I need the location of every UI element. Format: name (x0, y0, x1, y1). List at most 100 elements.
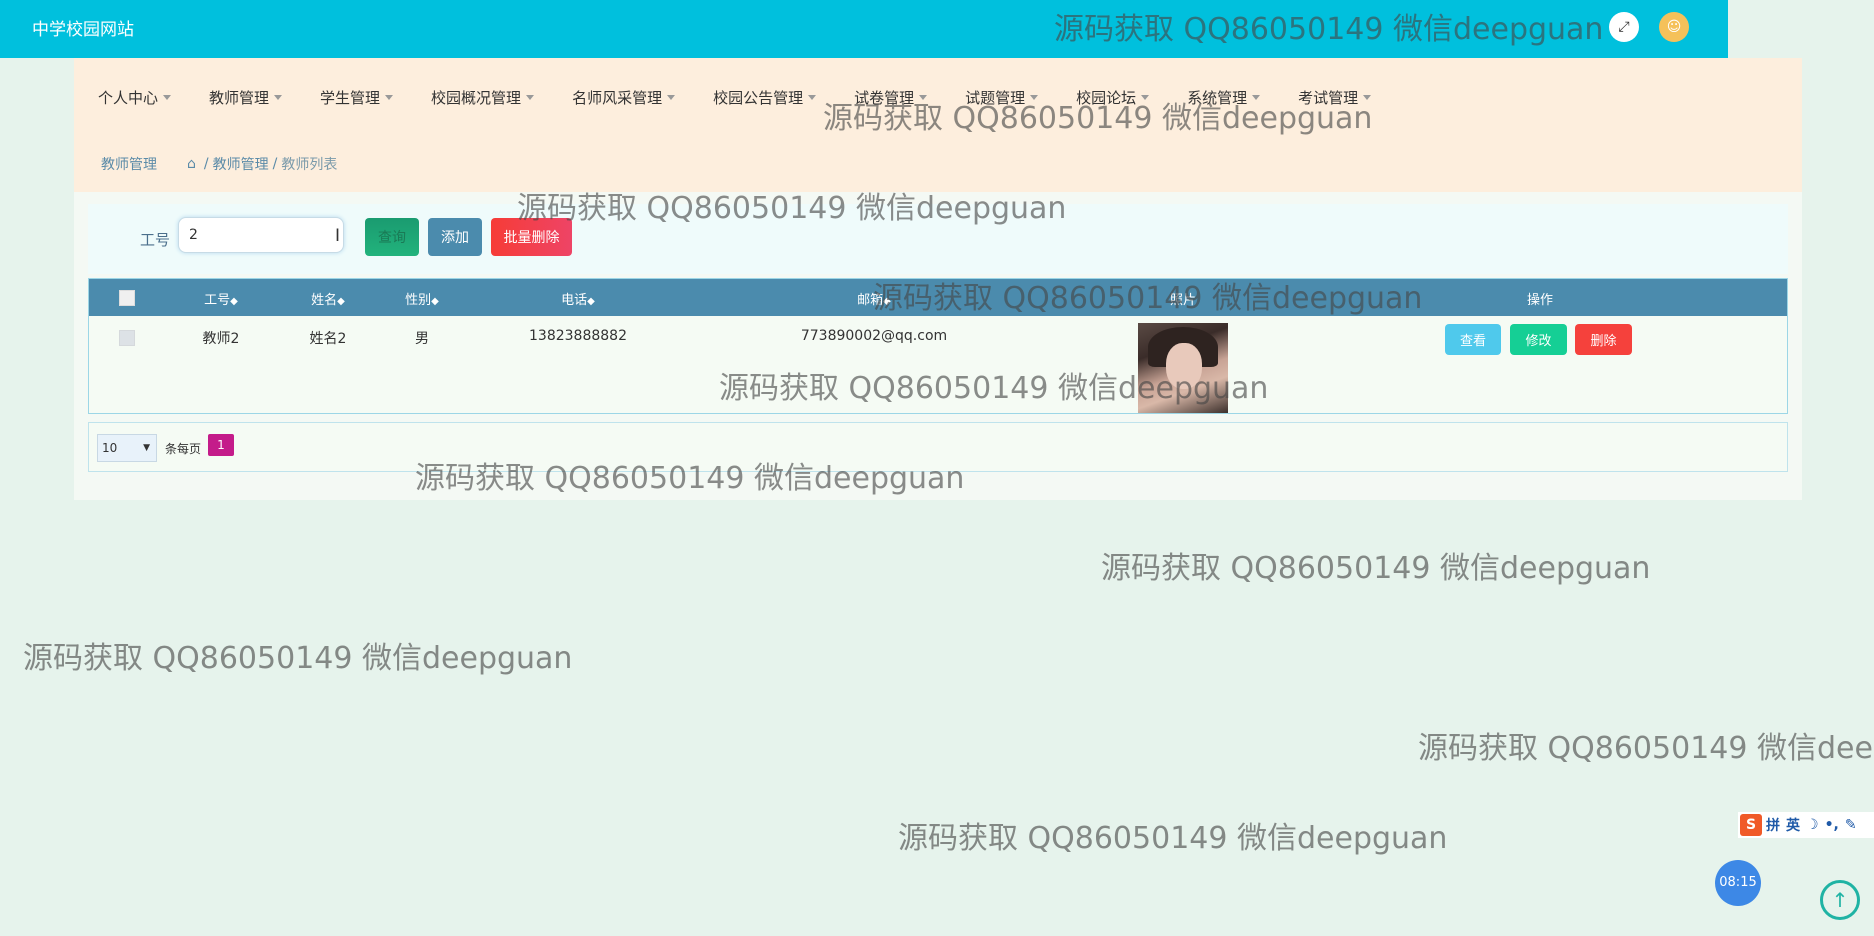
nav-item-famous-teachers[interactable]: 名师风采管理 (572, 87, 676, 108)
caret-down-icon (919, 94, 928, 100)
sogou-ime-icon[interactable]: S (1740, 814, 1762, 836)
per-page-label: 条每页 (165, 442, 202, 456)
nav-item-label: 试题管理 (965, 88, 1026, 107)
nav-item-label: 个人中心 (98, 88, 159, 107)
nav-item-label: 校园论坛 (1076, 88, 1137, 107)
cell-gender: 男 (415, 331, 429, 347)
watermark: 源码获取 QQ86050149 微信deepguan (1101, 551, 1651, 586)
column-header-label: 电话 (561, 293, 588, 308)
main-container: 个人中心 教师管理 学生管理 校园概况管理 名师风采管理 校园公告管理 试卷管理… (74, 58, 1802, 500)
nav-item-exam-management[interactable]: 考试管理 (1298, 87, 1372, 108)
page-size-select[interactable]: 10 ▼ (97, 434, 157, 462)
select-all-checkbox[interactable] (119, 290, 135, 306)
nav-item-campus-forum[interactable]: 校园论坛 (1076, 87, 1150, 108)
nav-item-label: 系统管理 (1187, 88, 1248, 107)
breadcrumb-link-teacher-management[interactable]: 教师管理 (213, 154, 269, 174)
column-header-photo: 照片 (1169, 293, 1197, 308)
caret-down-icon (385, 94, 394, 100)
top-header: 中学校园网站 ⤢ ☺ (0, 0, 1728, 58)
nav-item-label: 教师管理 (209, 88, 270, 107)
nav-item-question-management[interactable]: 试题管理 (965, 87, 1039, 108)
column-header-id[interactable]: 工号◆ (204, 289, 238, 308)
nav-item-label: 校园概况管理 (431, 88, 522, 107)
nav-item-teacher-management[interactable]: 教师管理 (209, 87, 283, 108)
column-header-phone[interactable]: 电话◆ (561, 289, 595, 308)
expand-icon[interactable]: ⤢ (1609, 12, 1639, 42)
column-header-label: 邮箱 (857, 293, 884, 308)
user-avatar-icon[interactable]: ☺ (1659, 12, 1689, 42)
nav-item-label: 试卷管理 (854, 88, 915, 107)
teacher-table: 工号◆ 姓名◆ 性别◆ 电话◆ 邮箱◆ 照片 操作 教师2 姓名2 男 1382… (88, 278, 1788, 414)
chevron-down-icon: ▼ (143, 443, 150, 453)
sort-icon: ◆ (337, 296, 345, 307)
breadcrumb-separator: / (203, 156, 209, 172)
caret-down-icon (1030, 94, 1039, 100)
clock-badge: 08:15 (1715, 860, 1761, 906)
breadcrumb: 教师管理 ⌂ / 教师管理 / 教师列表 (74, 136, 1802, 192)
page-button-1[interactable]: 1 (208, 434, 234, 456)
search-input[interactable] (178, 217, 344, 253)
caret-down-icon (1141, 94, 1150, 100)
breadcrumb-title: 教师管理 (101, 157, 157, 173)
home-icon[interactable]: ⌂ (187, 156, 196, 172)
teacher-photo (1138, 323, 1228, 413)
sort-icon: ◆ (431, 296, 439, 307)
nav-item-campus-notice[interactable]: 校园公告管理 (713, 87, 817, 108)
delete-button[interactable]: 删除 (1575, 324, 1632, 355)
cell-email: 773890002@qq.com (800, 328, 948, 344)
search-panel: 工号 I 查询 添加 批量删除 (88, 204, 1788, 274)
sort-icon: ◆ (230, 296, 238, 307)
table-header: 工号◆ 姓名◆ 性别◆ 电话◆ 邮箱◆ 照片 操作 (89, 279, 1787, 316)
page-size-value: 10 (102, 441, 118, 455)
column-header-name[interactable]: 姓名◆ (311, 289, 345, 308)
row-checkbox[interactable] (119, 330, 135, 346)
column-header-gender[interactable]: 性别◆ (405, 289, 439, 308)
column-header-label: 姓名 (311, 293, 338, 308)
batch-delete-button[interactable]: 批量删除 (491, 218, 572, 256)
view-button[interactable]: 查看 (1445, 324, 1501, 355)
punctuation-icon[interactable]: •, (1825, 817, 1839, 833)
caret-down-icon (163, 94, 172, 100)
column-header-email[interactable]: 邮箱◆ (857, 289, 891, 308)
ime-toolbar: S 拼 英 ☽ •, ✎ (1738, 812, 1874, 838)
nav-item-campus-overview[interactable]: 校园概况管理 (431, 87, 535, 108)
sort-icon: ◆ (883, 296, 891, 307)
back-to-top-icon[interactable]: ↑ (1820, 880, 1860, 920)
caret-down-icon (808, 94, 817, 100)
nav-item-student-management[interactable]: 学生管理 (320, 87, 394, 108)
photo-face (1166, 343, 1202, 389)
pagination: 10 ▼ 条每页 1 (88, 422, 1788, 472)
cell-name: 姓名2 (309, 331, 347, 347)
caret-down-icon (1252, 94, 1261, 100)
cell-id: 教师2 (202, 331, 240, 347)
site-title: 中学校园网站 (32, 20, 134, 40)
sort-icon: ◆ (587, 296, 595, 307)
search-label: 工号 (140, 231, 171, 249)
wrench-icon[interactable]: ✎ (1845, 817, 1857, 833)
caret-down-icon (667, 94, 676, 100)
breadcrumb-current: 教师列表 (281, 157, 338, 173)
cell-phone: 13823888882 (529, 328, 627, 344)
edit-button[interactable]: 修改 (1510, 324, 1567, 355)
search-button[interactable]: 查询 (365, 218, 419, 256)
nav-item-paper-management[interactable]: 试卷管理 (854, 87, 928, 108)
add-button[interactable]: 添加 (428, 218, 482, 256)
nav-item-label: 名师风采管理 (572, 88, 663, 107)
watermark: 源码获取 QQ86050149 微信deepguan (1418, 731, 1874, 766)
moon-icon[interactable]: ☽ (1806, 817, 1819, 833)
nav-item-label: 学生管理 (320, 88, 381, 107)
breadcrumb-separator: / (272, 156, 278, 172)
nav-item-label: 校园公告管理 (713, 88, 804, 107)
column-header-label: 性别 (405, 293, 432, 308)
text-cursor-icon: I (335, 226, 341, 246)
ime-english-toggle[interactable]: 英 (1786, 815, 1800, 835)
nav-item-system-management[interactable]: 系统管理 (1187, 87, 1261, 108)
top-nav: 个人中心 教师管理 学生管理 校园概况管理 名师风采管理 校园公告管理 试卷管理… (74, 58, 1802, 136)
caret-down-icon (526, 94, 535, 100)
ime-pinyin-toggle[interactable]: 拼 (1766, 815, 1780, 835)
nav-item-personal-center[interactable]: 个人中心 (98, 87, 172, 108)
nav-item-label: 考试管理 (1298, 88, 1359, 107)
column-header-label: 工号 (204, 293, 231, 308)
watermark: 源码获取 QQ86050149 微信deepguan (23, 641, 573, 676)
watermark: 源码获取 QQ86050149 微信deepguan (898, 821, 1448, 856)
